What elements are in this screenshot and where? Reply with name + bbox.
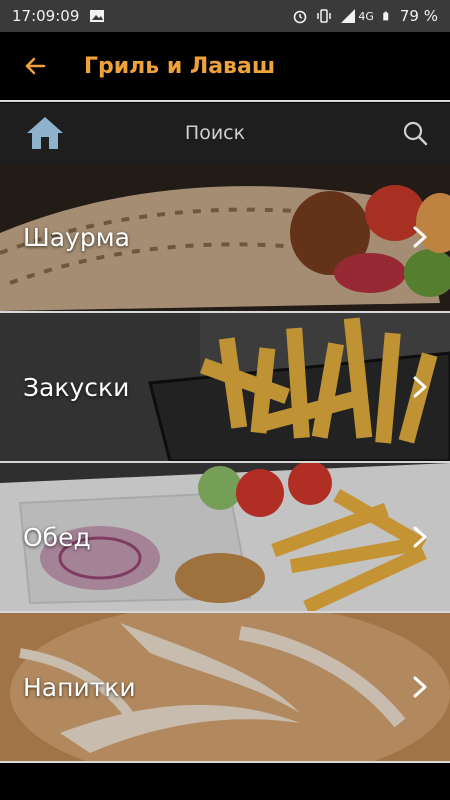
home-button[interactable] [0,103,90,163]
divider [0,100,450,102]
battery-level: 79 % [399,7,438,25]
chevron-right-icon [413,526,427,548]
network-type: 4G [358,9,374,23]
divider [0,761,450,763]
category-label: Обед [23,522,91,552]
chevron-right-icon [413,676,427,698]
battery-icon [383,11,389,21]
status-time: 17:09:09 [12,7,80,25]
status-bar: 17:09:09 4G 79 % [0,0,450,32]
category-drinks[interactable]: Напитки [0,613,450,761]
category-snacks[interactable]: Закуски [0,313,450,461]
alarm-icon [294,10,307,24]
signal-icon [341,9,356,23]
category-label: Напитки [23,672,136,702]
arrow-left-icon [25,57,46,75]
chevron-right-icon [413,226,427,248]
image-icon [90,10,105,22]
vibrate-icon [317,9,332,23]
bottom-area [0,764,450,800]
category-shawarma[interactable]: Шаурма [0,163,450,311]
app-bar: Гриль и Лаваш [0,32,450,100]
category-lunch[interactable]: Обед [0,463,450,611]
home-icon [27,117,63,149]
chevron-right-icon [413,376,427,398]
back-button[interactable] [0,32,70,100]
category-label: Шаурма [23,222,130,252]
search-button[interactable] [380,103,450,163]
search-bar: Поиск [0,103,450,163]
category-label: Закуски [23,372,130,402]
search-label[interactable]: Поиск [90,122,340,144]
page-title: Гриль и Лаваш [84,53,276,79]
search-icon [403,121,428,146]
